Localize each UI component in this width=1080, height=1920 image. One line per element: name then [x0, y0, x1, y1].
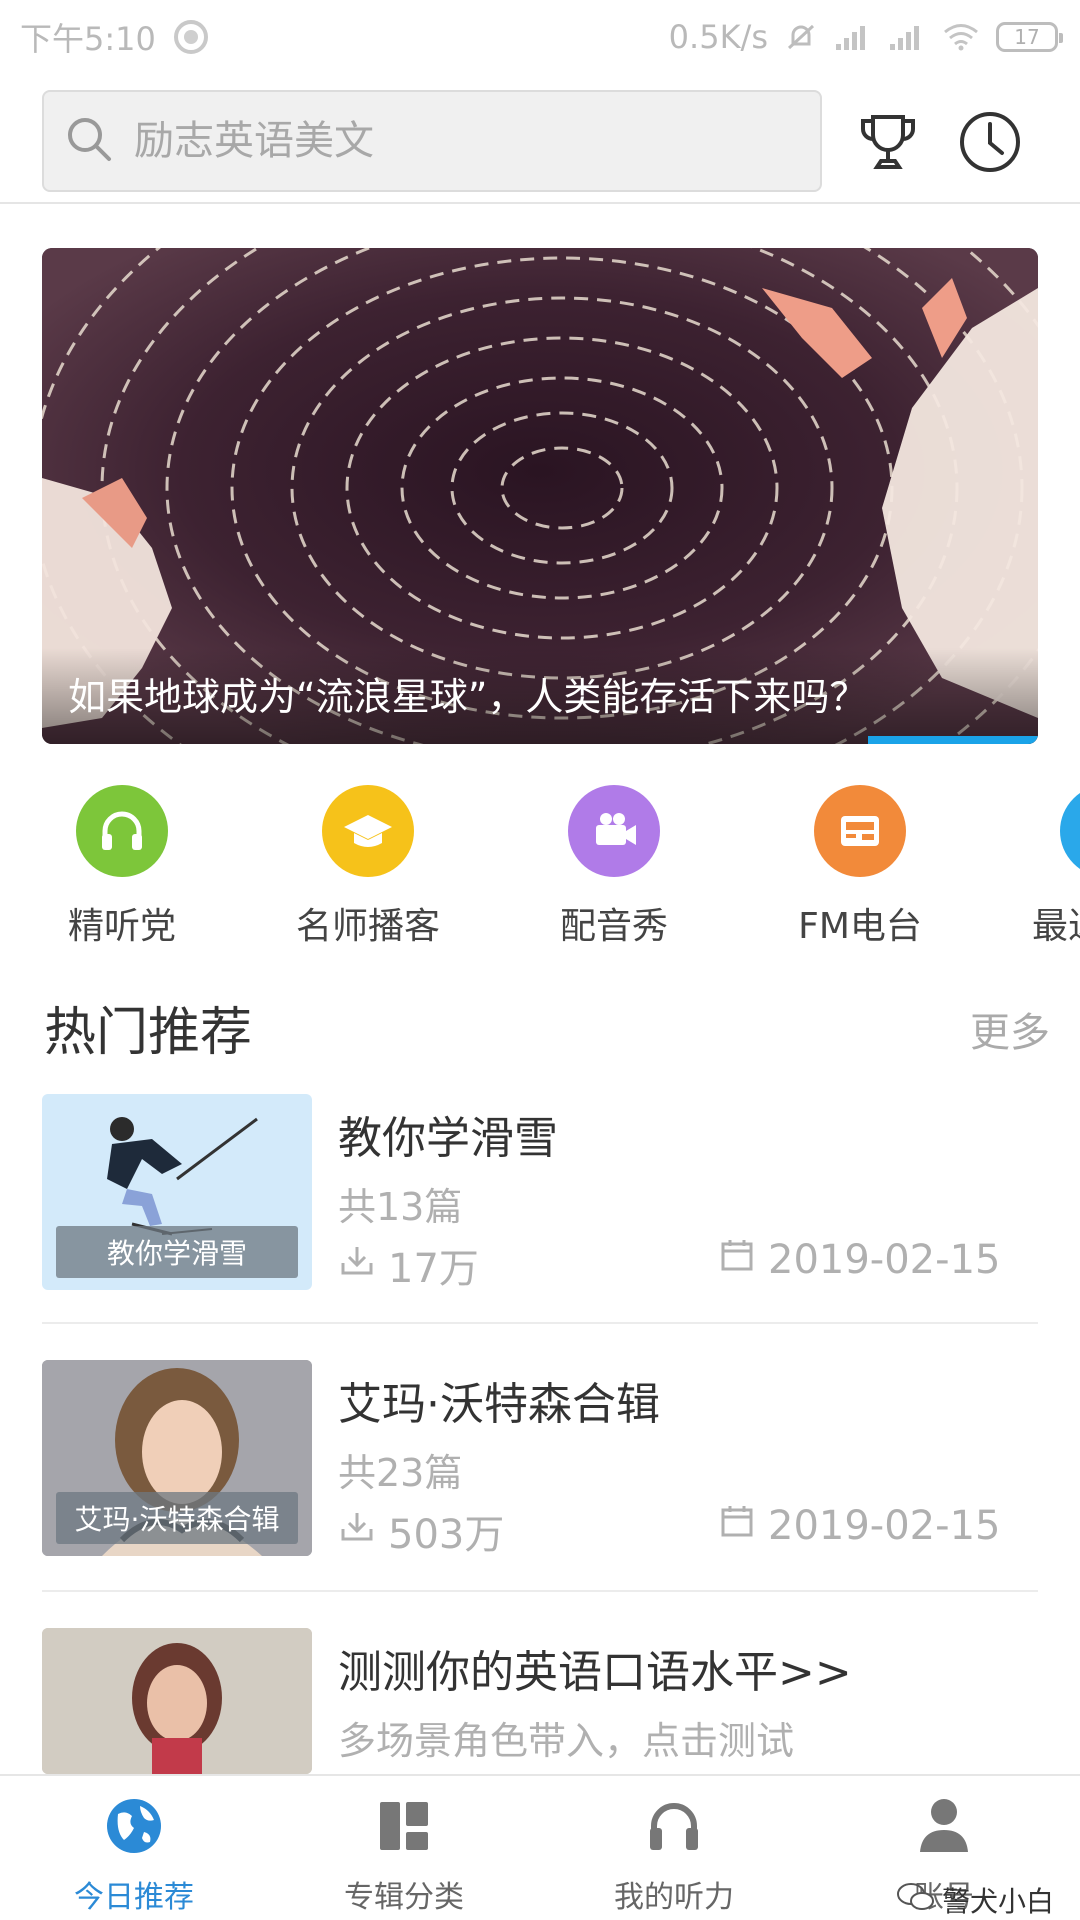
graduation-cap-icon [322, 785, 414, 877]
more-link[interactable]: 更多 [970, 1000, 1050, 1058]
calendar-icon [718, 1502, 756, 1550]
item-downloads: 503万 [338, 1502, 504, 1560]
item-thumbnail [42, 1628, 312, 1774]
date-value: 2019-02-15 [768, 1237, 1001, 1283]
downloads-value: 503万 [388, 1512, 505, 1558]
headphones-icon [76, 785, 168, 877]
list-item[interactable]: 教你学滑雪 教你学滑雪 共13篇 17万 2019-02-15 [42, 1094, 1038, 1294]
nav-label: 今日推荐 [74, 1880, 194, 1915]
trophy-button[interactable] [848, 104, 928, 184]
status-time: 下午5:10 [20, 20, 156, 58]
grid-icon [304, 1790, 504, 1862]
item-title: 艾玛·沃特森合辑 [338, 1379, 660, 1430]
video-camera-icon [568, 785, 660, 877]
date-value: 2019-02-15 [768, 1503, 1001, 1549]
category-mingshi[interactable]: 名师播客 [268, 785, 468, 949]
banner-carousel[interactable]: 如果地球成为“流浪星球”，人类能存活下来吗？ [42, 248, 1038, 744]
watermark: 警犬小白 [896, 1880, 1054, 1920]
recent-icon [1060, 785, 1080, 877]
network-speed: 0.5K/s [668, 18, 768, 56]
thumbnail-label: 艾玛·沃特森合辑 [56, 1492, 298, 1544]
search-bar[interactable] [42, 90, 822, 192]
radio-icon [814, 785, 906, 877]
category-label: 最近 [1032, 906, 1080, 947]
search-input[interactable] [134, 118, 774, 164]
app-screen: 下午5:10 0.5K/s 17 励志英语美文 如果地球成为“流浪星球”，人类能… [0, 0, 1080, 1920]
notification-dot-icon [173, 20, 208, 54]
section-title: 热门推荐 [44, 1003, 253, 1063]
category-label: 精听党 [67, 906, 176, 947]
category-jingting[interactable]: 精听党 [22, 785, 222, 949]
history-button[interactable] [950, 104, 1030, 184]
nav-my-listening[interactable]: 我的听力 [574, 1790, 774, 1916]
category-label: 配音秀 [559, 906, 668, 947]
item-subtitle: 多场景角色带入，点击测试 [338, 1719, 795, 1763]
signal-icon-2 [888, 22, 926, 52]
battery-icon: 17 [996, 22, 1063, 52]
signal-icon [834, 22, 872, 52]
category-row: 精听党 名师播客 配音秀 FM电台 最近 [0, 785, 1080, 955]
item-thumbnail: 艾玛·沃特森合辑 [42, 1360, 312, 1556]
list-divider [42, 1590, 1038, 1592]
item-downloads: 17万 [338, 1236, 479, 1294]
category-recent[interactable]: 最近 [1006, 785, 1080, 949]
headphones-icon [574, 1790, 774, 1862]
download-icon [338, 1241, 376, 1289]
item-title: 测测你的英语口语水平>> [338, 1647, 852, 1698]
calendar-icon [718, 1236, 756, 1284]
item-count: 共23篇 [338, 1451, 463, 1495]
watermark-text: 警犬小白 [942, 1885, 1055, 1918]
carousel-indicator [868, 736, 1038, 744]
nav-label: 我的听力 [614, 1880, 734, 1915]
item-date: 2019-02-15 [718, 1236, 1000, 1284]
history-clock-icon [957, 109, 1023, 179]
list-divider [42, 1322, 1038, 1324]
nav-label: 专辑分类 [344, 1880, 464, 1915]
wechat-icon [896, 1881, 936, 1920]
category-label: FM电台 [798, 906, 922, 947]
download-icon [338, 1507, 376, 1555]
downloads-value: 17万 [388, 1246, 479, 1292]
trophy-icon [855, 109, 921, 179]
nav-today[interactable]: 今日推荐 [34, 1790, 234, 1916]
user-icon [844, 1790, 1044, 1862]
wifi-icon [942, 22, 980, 52]
mute-bell-icon [784, 20, 818, 54]
thumbnail-label: 教你学滑雪 [56, 1226, 298, 1278]
search-header [0, 74, 1080, 204]
woman-image [42, 1628, 312, 1774]
status-bar: 下午5:10 0.5K/s 17 [0, 0, 1080, 74]
category-peiyin[interactable]: 配音秀 [514, 785, 714, 949]
category-label: 名师播客 [295, 906, 440, 947]
category-fm[interactable]: FM电台 [760, 785, 960, 949]
globe-icon [34, 1790, 234, 1862]
item-thumbnail: 教你学滑雪 [42, 1094, 312, 1290]
item-count: 共13篇 [338, 1185, 463, 1229]
nav-album-category[interactable]: 专辑分类 [304, 1790, 504, 1916]
list-item[interactable]: 艾玛·沃特森合辑 艾玛·沃特森合辑 共23篇 503万 2019-02-15 [42, 1360, 1038, 1560]
search-icon [64, 114, 114, 168]
item-date: 2019-02-15 [718, 1502, 1000, 1550]
banner-caption: 如果地球成为“流浪星球”，人类能存活下来吗？ [42, 648, 1038, 744]
item-title: 教你学滑雪 [338, 1113, 558, 1164]
